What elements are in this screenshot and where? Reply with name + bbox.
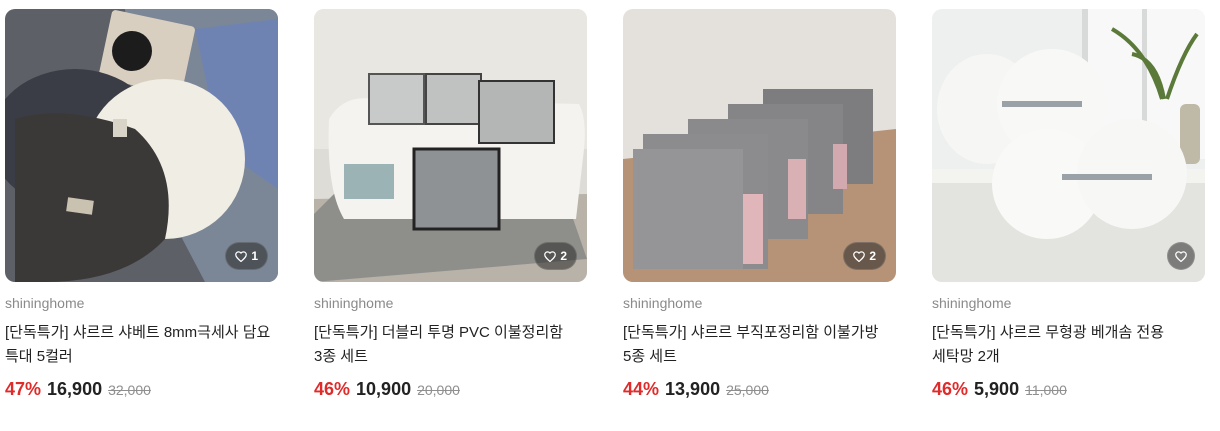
heart-icon [853,250,866,262]
product-title[interactable]: [단독특가] 샤르르 부직포정리함 이불가방 5종 세트 [623,321,896,369]
like-button[interactable] [1167,242,1195,270]
heart-icon [235,250,248,262]
product-image-storage-box[interactable]: 2 [314,9,587,282]
sale-price: 16,900 [47,379,103,399]
discount-rate: 46% [932,379,969,399]
original-price: 32,000 [108,382,151,398]
sale-price: 10,900 [356,379,412,399]
original-price: 11,000 [1025,382,1067,398]
like-count: 2 [560,249,567,263]
sale-price: 13,900 [665,379,721,399]
product-card[interactable]: 2 shininghome [단독특가] 더블리 투명 PVC 이불정리함 3종… [314,9,587,400]
like-count: 2 [869,249,876,263]
sale-price: 5,900 [974,379,1020,399]
product-grid: 1 shininghome [단독특가] 샤르르 샤베트 8mm극세사 담요 특… [0,0,1220,431]
product-image-pillow-net[interactable] [932,9,1205,282]
product-title[interactable]: [단독특가] 샤르르 샤베트 8mm극세사 담요 특대 5컬러 [5,321,278,369]
like-button[interactable]: 2 [843,242,886,270]
product-title[interactable]: [단독특가] 샤르르 무형광 베개솜 전용 세탁망 2개 [932,321,1205,369]
product-image-storage-bag[interactable]: 2 [623,9,896,282]
heart-icon [544,250,557,262]
brand-name[interactable]: shininghome [932,295,1205,313]
price-row: 47% 16,900 32,000 [5,379,278,400]
heart-icon [1175,250,1187,262]
discount-rate: 46% [314,379,351,399]
price-row: 44% 13,900 25,000 [623,379,896,400]
original-price: 20,000 [417,382,460,398]
like-count: 1 [251,249,258,263]
product-image-blanket[interactable]: 1 [5,9,278,282]
brand-name[interactable]: shininghome [5,295,278,313]
brand-name[interactable]: shininghome [314,295,587,313]
product-card[interactable]: 2 shininghome [단독특가] 샤르르 부직포정리함 이불가방 5종 … [623,9,896,400]
product-title[interactable]: [단독특가] 더블리 투명 PVC 이불정리함 3종 세트 [314,321,587,369]
product-card[interactable]: 1 shininghome [단독특가] 샤르르 샤베트 8mm극세사 담요 특… [5,9,278,400]
price-row: 46% 10,900 20,000 [314,379,587,400]
discount-rate: 44% [623,379,660,399]
price-row: 46% 5,900 11,000 [932,379,1205,400]
discount-rate: 47% [5,379,42,399]
like-button[interactable]: 1 [225,242,268,270]
original-price: 25,000 [726,382,769,398]
like-button[interactable]: 2 [534,242,577,270]
brand-name[interactable]: shininghome [623,295,896,313]
product-card[interactable]: shininghome [단독특가] 샤르르 무형광 베개솜 전용 세탁망 2개… [932,9,1205,400]
